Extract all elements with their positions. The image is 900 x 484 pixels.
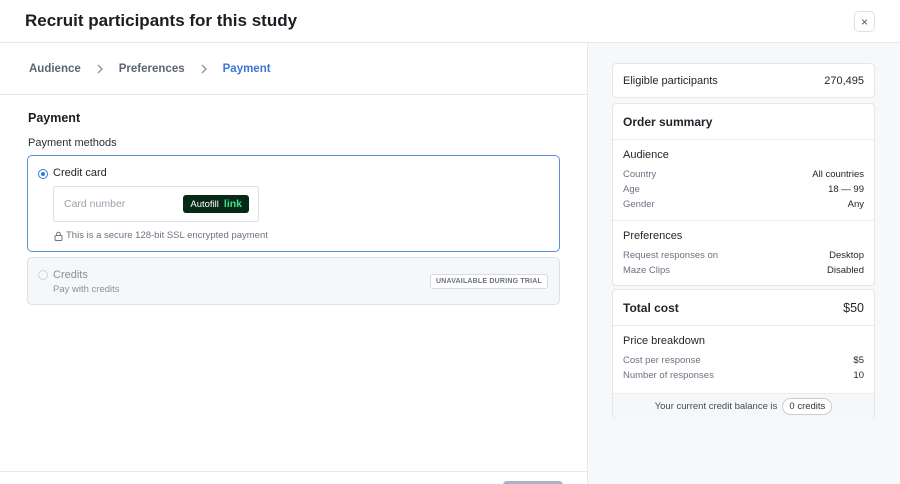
section-title: Payment: [28, 111, 81, 125]
modal-title: Recruit participants for this study: [25, 11, 298, 30]
total-cost-card: Total cost $50 Price breakdown Cost per …: [612, 289, 875, 419]
credits-radio: [38, 270, 48, 280]
row-value: 18 — 99: [828, 184, 864, 195]
row-key: Maze Clips: [623, 265, 670, 276]
step-preferences[interactable]: Preferences: [112, 59, 192, 79]
row-value: $5: [853, 355, 864, 366]
autofill-text: Autofill: [190, 198, 219, 210]
audience-section: Audience Country All countries Age 18 — …: [613, 140, 874, 220]
chevron-right-icon: [195, 64, 213, 74]
credits-sublabel: Pay with credits: [53, 284, 120, 295]
summary-row: Country All countries: [623, 167, 864, 182]
preferences-title: Preferences: [623, 230, 683, 242]
summary-row: Gender Any: [623, 197, 864, 212]
audience-title: Audience: [623, 149, 669, 161]
stepper: Audience Preferences Payment: [0, 43, 587, 95]
preferences-section: Preferences Request responses on Desktop…: [613, 220, 874, 285]
footer-divider: [0, 471, 588, 472]
row-value: Desktop: [829, 250, 864, 261]
unavailable-badge: UNAVAILABLE DURING TRIAL: [429, 274, 548, 289]
credit-balance-pill: 0 credits: [782, 398, 833, 415]
summary-row: Cost per response $5: [623, 353, 864, 368]
total-cost-label: Total cost: [623, 300, 679, 315]
order-sidebar: Eligible participants 270,495 Order summ…: [588, 43, 900, 484]
eligible-label: Eligible participants: [623, 74, 718, 87]
row-key: Request responses on: [623, 250, 719, 261]
payment-methods-label: Payment methods: [28, 137, 117, 149]
row-value: Any: [847, 199, 864, 210]
credit-card-label: Credit card: [53, 167, 107, 179]
close-icon: ×: [860, 14, 868, 29]
summary-row: Age 18 — 99: [623, 182, 864, 197]
row-key: Gender: [623, 199, 655, 210]
credits-option: Credits Pay with credits UNAVAILABLE DUR…: [27, 257, 560, 305]
credit-card-option[interactable]: Credit card Autofill link This is a secu…: [27, 155, 560, 252]
credit-balance: Your current credit balance is 0 credits: [613, 393, 874, 419]
step-audience[interactable]: Audience: [22, 59, 88, 79]
modal-header: Recruit participants for this study ×: [0, 0, 900, 43]
row-key: Country: [623, 169, 657, 180]
row-value: 10: [853, 370, 864, 381]
card-number-field[interactable]: Autofill link: [53, 186, 259, 222]
total-cost-value: $50: [843, 300, 864, 315]
eligible-participants-card: Eligible participants 270,495: [612, 63, 875, 98]
row-value: All countries: [812, 169, 864, 180]
lock-icon: [54, 231, 63, 241]
secure-note: This is a secure 128-bit SSL encrypted p…: [54, 230, 268, 241]
close-button[interactable]: ×: [854, 11, 875, 32]
summary-row: Maze Clips Disabled: [623, 263, 864, 278]
order-summary-card: Order summary Audience Country All count…: [612, 103, 875, 286]
summary-row: Number of responses 10: [623, 368, 864, 383]
step-payment[interactable]: Payment: [216, 59, 278, 79]
total-cost-header: Total cost $50: [613, 290, 874, 326]
secure-note-text: This is a secure 128-bit SSL encrypted p…: [66, 230, 268, 241]
order-summary-title: Order summary: [613, 104, 874, 140]
credit-balance-text: Your current credit balance is: [654, 401, 778, 412]
price-breakdown-title: Price breakdown: [623, 335, 705, 347]
eligible-value: 270,495: [824, 74, 864, 87]
price-breakdown-section: Price breakdown Cost per response $5 Num…: [613, 326, 874, 393]
row-key: Number of responses: [623, 370, 714, 381]
row-key: Age: [623, 184, 640, 195]
credit-card-radio[interactable]: [38, 169, 48, 179]
chevron-right-icon: [91, 64, 109, 74]
link-autofill-button[interactable]: Autofill link: [183, 195, 249, 213]
link-logo: link: [223, 198, 242, 210]
summary-row: Request responses on Desktop: [623, 248, 864, 263]
card-number-input[interactable]: [54, 187, 184, 221]
row-key: Cost per response: [623, 355, 701, 366]
credits-label: Credits: [53, 269, 88, 281]
row-value: Disabled: [827, 265, 864, 276]
payment-panel: Audience Preferences Payment Payment Pay…: [0, 43, 588, 484]
